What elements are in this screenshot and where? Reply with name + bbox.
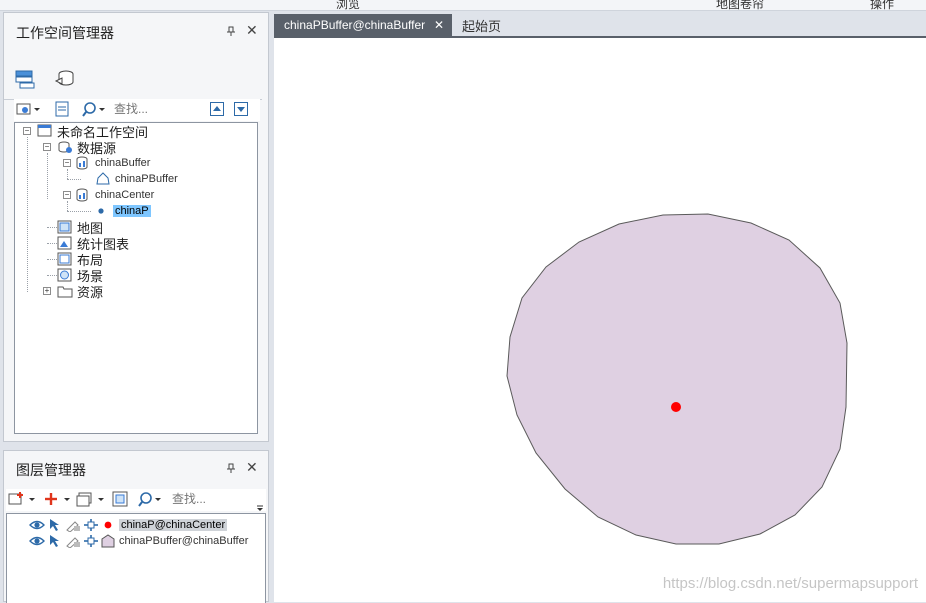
panel-title: 工作空间管理器: [16, 25, 114, 41]
visible-eye-icon[interactable]: [29, 518, 45, 532]
layer-row[interactable]: chinaP@chinaCenter: [29, 517, 228, 533]
scene-icon: [57, 268, 72, 282]
collapse-toggle[interactable]: −: [63, 159, 71, 167]
ribbon-item-map-swipe[interactable]: 地图卷帘: [716, 0, 764, 10]
database-tab-icon[interactable]: [54, 69, 76, 91]
selectable-pointer-icon[interactable]: [47, 518, 63, 532]
workspace-search-input[interactable]: [114, 102, 204, 116]
map-icon: [57, 220, 72, 234]
close-tab-icon[interactable]: ✕: [434, 18, 444, 32]
tree-item-dataset-chinapbuffer[interactable]: chinaPBuffer: [95, 171, 178, 187]
ribbon-strip: 浏览 地图卷帘 操作: [0, 0, 926, 11]
tab-map-chinapbuffer[interactable]: chinaPBuffer@chinaBuffer ✕: [274, 14, 452, 36]
layer-toolbar: [6, 489, 266, 511]
collapse-toggle[interactable]: −: [23, 127, 31, 135]
buffer-region[interactable]: [506, 213, 848, 545]
center-point[interactable]: [671, 402, 681, 412]
tab-start-page[interactable]: 起始页: [460, 14, 520, 36]
database-icon: [76, 188, 88, 202]
folder-icon: [57, 286, 73, 298]
tab-label: chinaPBuffer@chinaBuffer: [284, 18, 426, 32]
tree-item-resources[interactable]: 资源: [57, 283, 104, 300]
layer-search-input[interactable]: [172, 492, 242, 506]
expand-toggle[interactable]: +: [43, 287, 51, 295]
layer-name-selected: chinaP@chinaCenter: [119, 519, 228, 531]
ribbon-item-operate[interactable]: 操作: [870, 0, 894, 10]
region-layer-icon: [101, 534, 115, 548]
open-document-icon[interactable]: [54, 99, 70, 119]
layer-manager-panel: 图层管理器 ✕ chinaP@chi: [3, 450, 269, 603]
tree-label-selected: chinaP: [113, 205, 151, 217]
snappable-icon[interactable]: [83, 518, 99, 532]
point-dataset-icon: [98, 208, 104, 214]
ribbon-item-browse[interactable]: 浏览: [336, 0, 360, 10]
close-icon[interactable]: ✕: [246, 459, 258, 476]
tree-label: 资源: [77, 284, 104, 300]
watermark: https://blog.csdn.net/supermapsupport: [662, 575, 918, 592]
panel-title: 图层管理器: [16, 462, 86, 478]
map-canvas[interactable]: https://blog.csdn.net/supermapsupport: [274, 36, 926, 602]
layout-icon: [57, 252, 72, 266]
database-icon: [76, 156, 88, 170]
tree-item-datasource-chinacenter[interactable]: chinaCenter: [75, 187, 154, 203]
collapse-toggle[interactable]: −: [43, 143, 51, 151]
editable-lock-icon[interactable]: [65, 518, 81, 532]
tree-label: 数据源: [77, 140, 117, 156]
add-layer-icon[interactable]: [44, 489, 72, 509]
chart-icon: [57, 236, 72, 250]
tab-label: 起始页: [462, 18, 502, 34]
layer-group-icon[interactable]: [76, 489, 106, 509]
document-tab-strip: chinaPBuffer@chinaBuffer ✕ 起始页: [274, 14, 926, 36]
snappable-icon[interactable]: [83, 534, 99, 548]
workspace-icon: [37, 124, 52, 137]
visible-eye-icon[interactable]: [29, 534, 45, 548]
layer-properties-icon[interactable]: [112, 489, 128, 509]
point-layer-icon: [104, 521, 112, 529]
workspace-toolbar: [14, 99, 260, 121]
view-dropdown-icon[interactable]: [16, 99, 40, 119]
map-svg: [506, 213, 848, 545]
tree-item-datasource-chinabuffer[interactable]: chinaBuffer: [75, 155, 150, 171]
layer-name: chinaPBuffer@chinaBuffer: [119, 535, 249, 547]
tree-item-datasources[interactable]: 数据源: [57, 139, 117, 156]
move-up-icon[interactable]: [210, 99, 224, 119]
selectable-pointer-icon[interactable]: [47, 534, 63, 548]
datasources-icon: [58, 141, 72, 153]
pin-icon[interactable]: [226, 462, 236, 476]
pin-icon[interactable]: [226, 25, 236, 39]
move-down-icon[interactable]: [234, 99, 248, 119]
close-icon[interactable]: ✕: [246, 22, 258, 39]
editable-lock-icon[interactable]: [65, 534, 81, 548]
search-icon[interactable]: [138, 489, 162, 509]
workspace-tree: − 未命名工作空间 − 数据源 − chinaBuffer chinaPBuff…: [14, 122, 258, 434]
region-dataset-icon: [96, 172, 110, 185]
search-icon[interactable]: [82, 99, 106, 119]
layer-list: chinaP@chinaCenter chinaPBuffer@chinaBuf…: [6, 513, 266, 603]
tree-label: chinaBuffer: [95, 157, 151, 169]
workspace-tab-strip: [14, 69, 84, 97]
tree-label: chinaPBuffer: [115, 173, 178, 185]
layer-row[interactable]: chinaPBuffer@chinaBuffer: [29, 533, 248, 549]
tree-label: chinaCenter: [95, 189, 155, 201]
workspace-tree-tab-icon[interactable]: [14, 69, 36, 91]
new-layer-dropdown-icon[interactable]: [8, 489, 36, 509]
workspace-manager-panel: 工作空间管理器 ✕ 查找... − 未命名工作空间 − 数据源 − chinaB…: [3, 12, 269, 442]
tree-item-dataset-chinap[interactable]: chinaP: [95, 203, 151, 219]
collapse-toggle[interactable]: −: [63, 191, 71, 199]
